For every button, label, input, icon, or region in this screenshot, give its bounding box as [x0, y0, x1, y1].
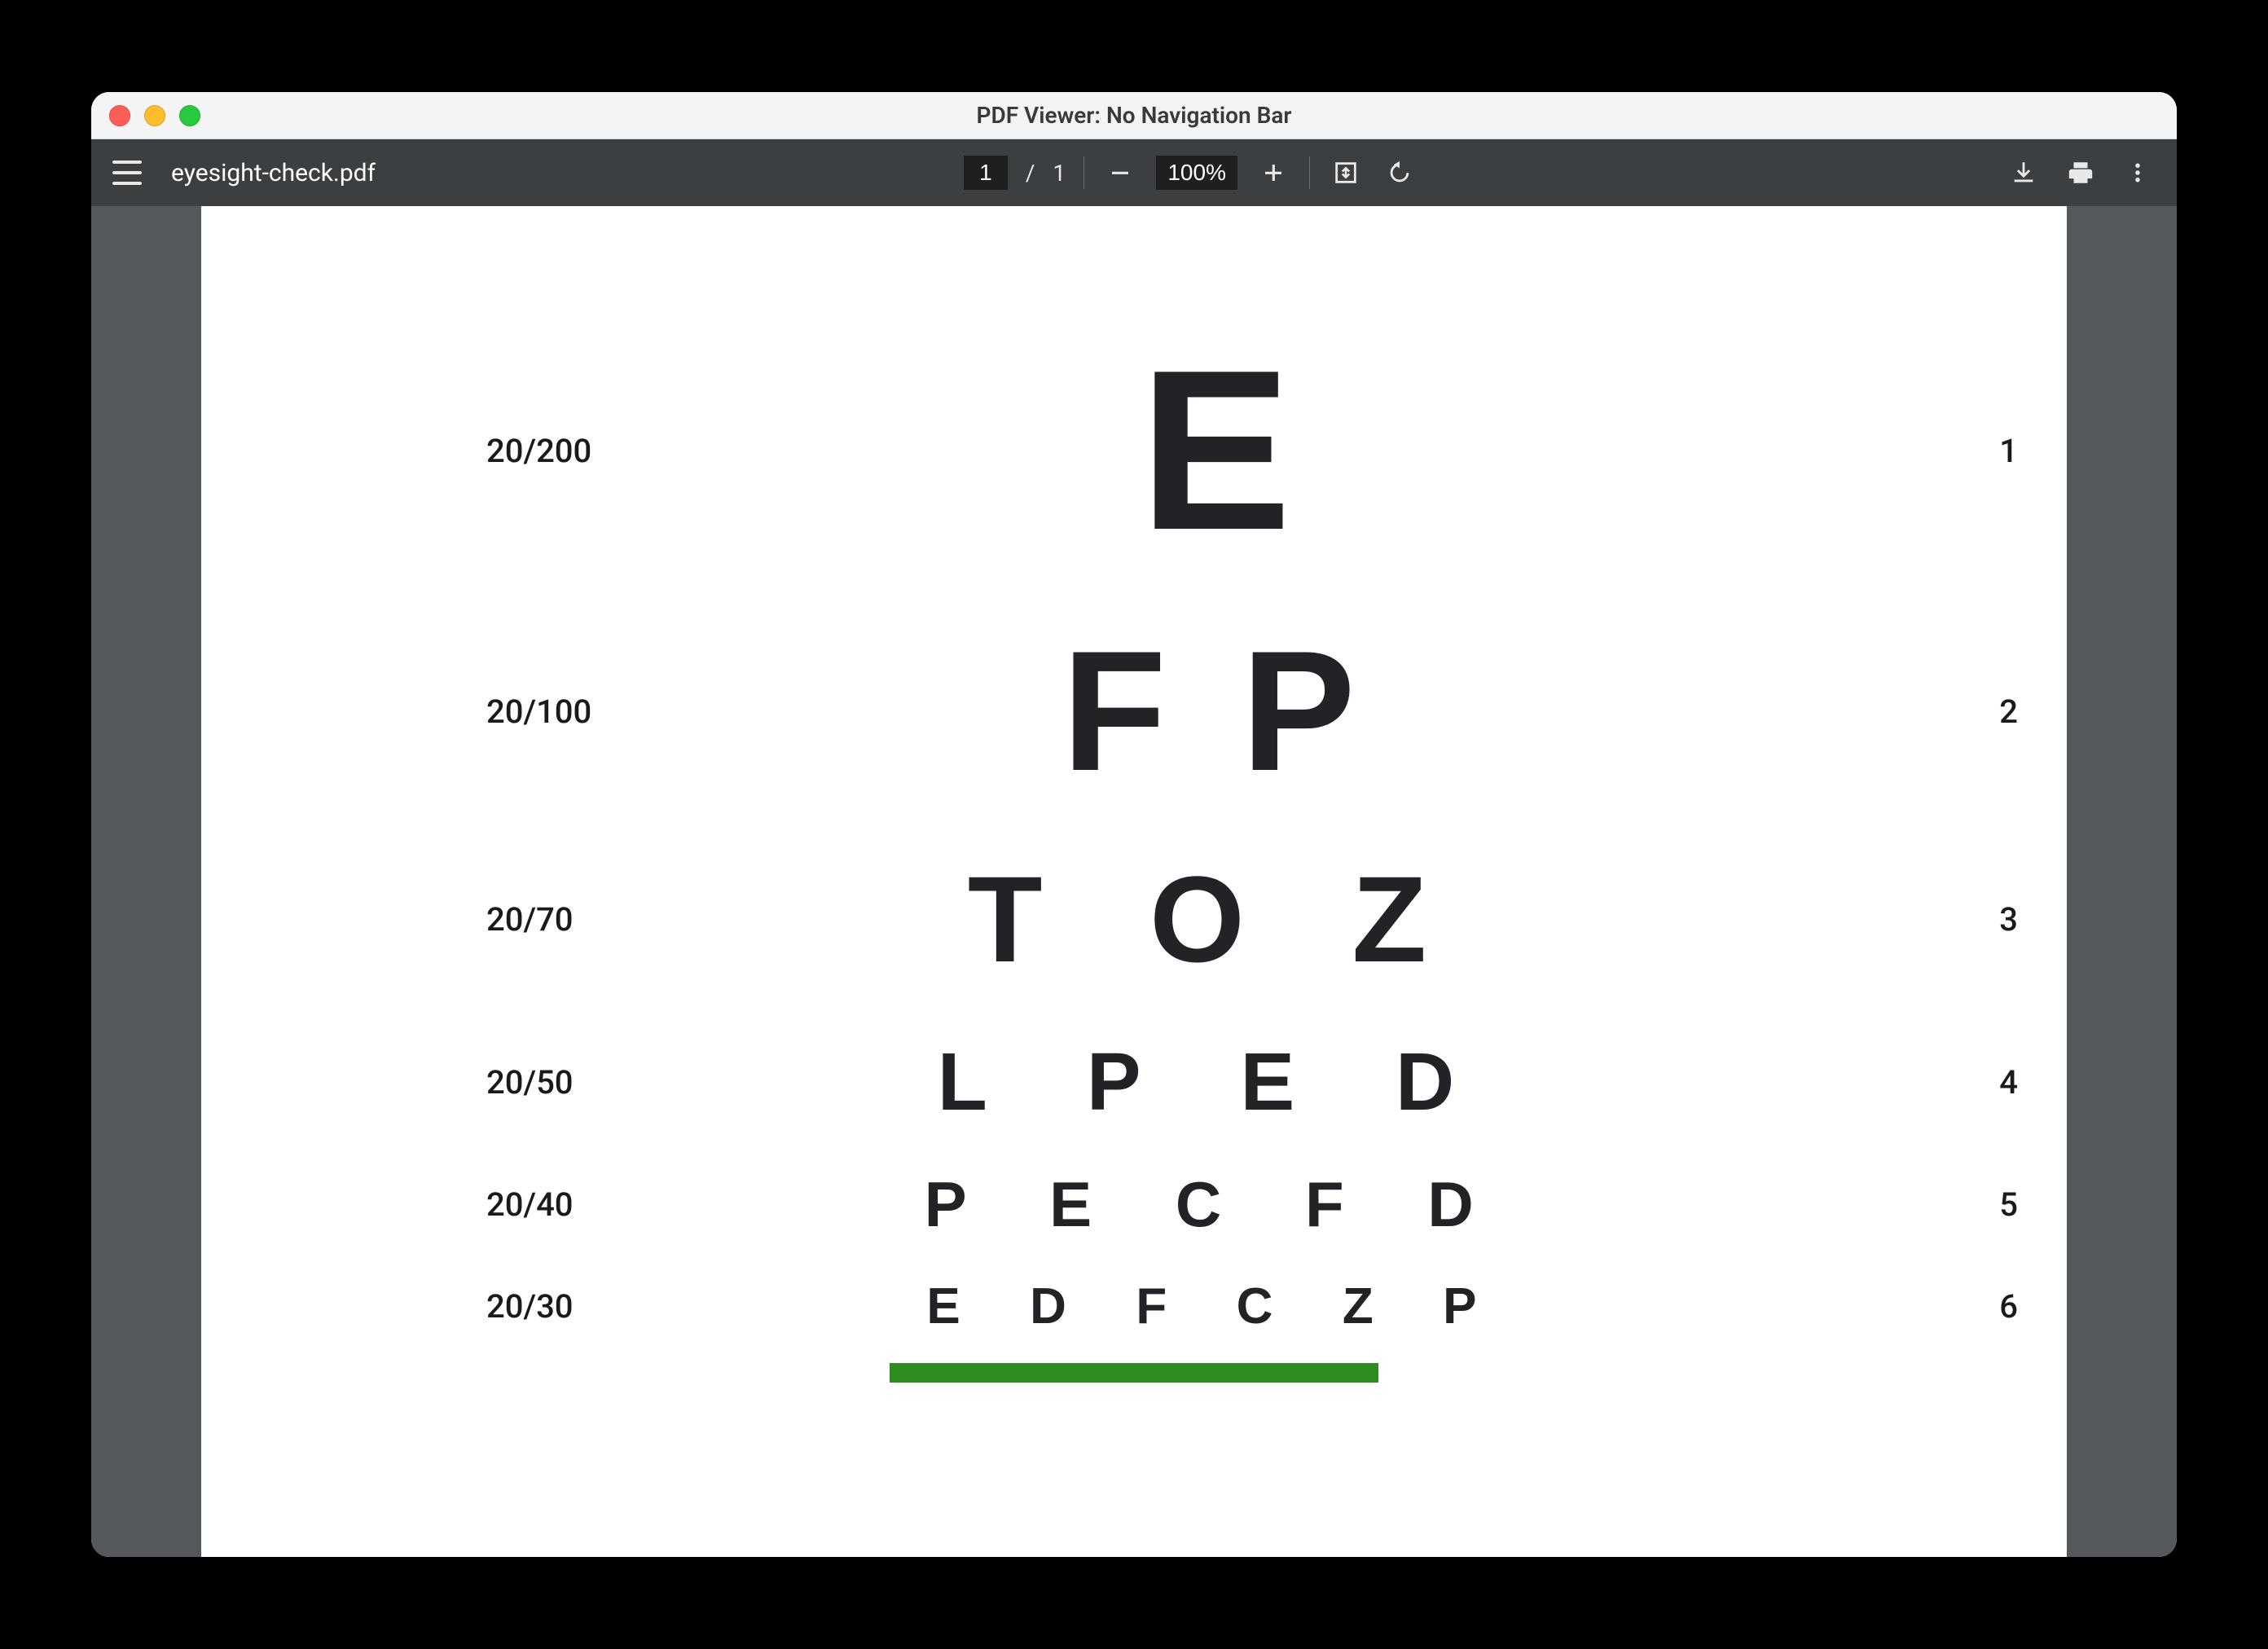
- print-icon: [2067, 159, 2094, 187]
- eye-chart-letters: F P: [543, 613, 1888, 810]
- zoom-level-input[interactable]: [1156, 156, 1237, 190]
- titlebar: PDF Viewer: No Navigation Bar: [91, 92, 2177, 139]
- eye-chart-letters: P E C F D: [543, 1167, 1888, 1242]
- acuity-label: 20/100: [201, 693, 543, 731]
- eye-chart-row: 20/50 L P E D 4: [201, 1013, 2067, 1151]
- rotate-button[interactable]: [1382, 155, 1418, 191]
- eye-chart-letters: E: [543, 320, 1888, 582]
- window-minimize-button[interactable]: [144, 105, 165, 126]
- line-number-label: 5: [1888, 1185, 2067, 1224]
- pdf-page: 20/200 E 1 20/100 F P 2 20/70 T O Z 3 20…: [201, 206, 2067, 1557]
- eye-chart-letters: L P E D: [543, 1036, 1888, 1129]
- fit-page-icon: [1332, 159, 1360, 187]
- toolbar-divider: [1309, 156, 1310, 189]
- zoom-out-button[interactable]: [1102, 155, 1138, 191]
- acuity-label: 20/40: [201, 1185, 543, 1224]
- app-window: PDF Viewer: No Navigation Bar eyesight-c…: [91, 92, 2177, 1557]
- toolbar-right: [2006, 155, 2156, 191]
- window-title: PDF Viewer: No Navigation Bar: [91, 102, 2177, 129]
- eye-chart-row: 20/70 T O Z 3: [201, 825, 2067, 1013]
- toolbar-divider: [1083, 156, 1084, 189]
- more-options-button[interactable]: [2120, 155, 2156, 191]
- window-close-button[interactable]: [109, 105, 130, 126]
- download-icon: [2010, 159, 2037, 187]
- eye-chart-letters: E D F C Z P: [543, 1277, 1888, 1335]
- filename-label: eyesight-check.pdf: [171, 159, 376, 187]
- pdf-toolbar: eyesight-check.pdf / 1: [91, 139, 2177, 206]
- more-vertical-icon: [2125, 161, 2150, 185]
- acuity-label: 20/30: [201, 1287, 543, 1326]
- toolbar-left: eyesight-check.pdf: [112, 159, 376, 187]
- green-underline-bar: [890, 1363, 1378, 1383]
- acuity-label: 20/50: [201, 1063, 543, 1102]
- plus-icon: [1261, 161, 1286, 185]
- print-button[interactable]: [2063, 155, 2099, 191]
- line-number-label: 4: [1888, 1063, 2067, 1102]
- line-number-label: 6: [1888, 1287, 2067, 1326]
- line-number-label: 3: [1888, 900, 2067, 939]
- page-number-input[interactable]: [964, 156, 1008, 190]
- eye-chart-letters: T O Z: [543, 849, 1888, 990]
- line-number-label: 1: [1888, 432, 2067, 470]
- rotate-icon: [1386, 159, 1413, 187]
- zoom-in-button[interactable]: [1255, 155, 1291, 191]
- traffic-lights: [109, 105, 200, 126]
- line-number-label: 2: [1888, 693, 2067, 731]
- eye-chart-row: 20/100 F P 2: [201, 597, 2067, 825]
- page-separator: /: [1026, 160, 1035, 187]
- acuity-label: 20/200: [201, 432, 543, 470]
- fit-to-page-button[interactable]: [1328, 155, 1364, 191]
- eye-chart-row: 20/200 E 1: [201, 304, 2067, 597]
- download-button[interactable]: [2006, 155, 2042, 191]
- toolbar-center: / 1: [376, 155, 2006, 191]
- acuity-label: 20/70: [201, 900, 543, 939]
- page-total-label: 1: [1053, 160, 1066, 187]
- menu-icon[interactable]: [112, 161, 142, 185]
- minus-icon: [1108, 161, 1132, 185]
- viewer-background[interactable]: 20/200 E 1 20/100 F P 2 20/70 T O Z 3 20…: [91, 206, 2177, 1557]
- window-maximize-button[interactable]: [179, 105, 200, 126]
- eye-chart-row: 20/30 E D F C Z P 6: [201, 1257, 2067, 1355]
- eye-chart-row: 20/40 P E C F D 5: [201, 1151, 2067, 1257]
